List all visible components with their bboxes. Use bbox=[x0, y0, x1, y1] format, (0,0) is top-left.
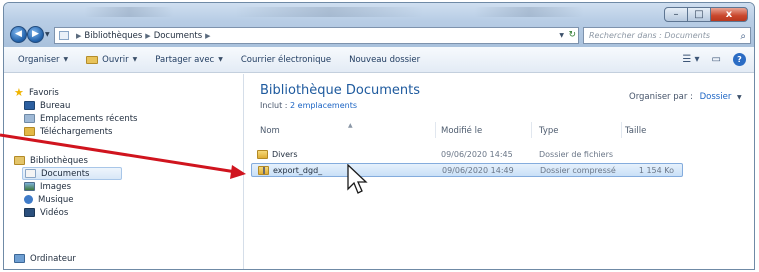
mouse-cursor-icon bbox=[347, 164, 368, 194]
annotation-arrow bbox=[0, 133, 246, 179]
annotation-arrowhead bbox=[230, 165, 246, 179]
annotation-arrow-shaft bbox=[0, 133, 237, 174]
